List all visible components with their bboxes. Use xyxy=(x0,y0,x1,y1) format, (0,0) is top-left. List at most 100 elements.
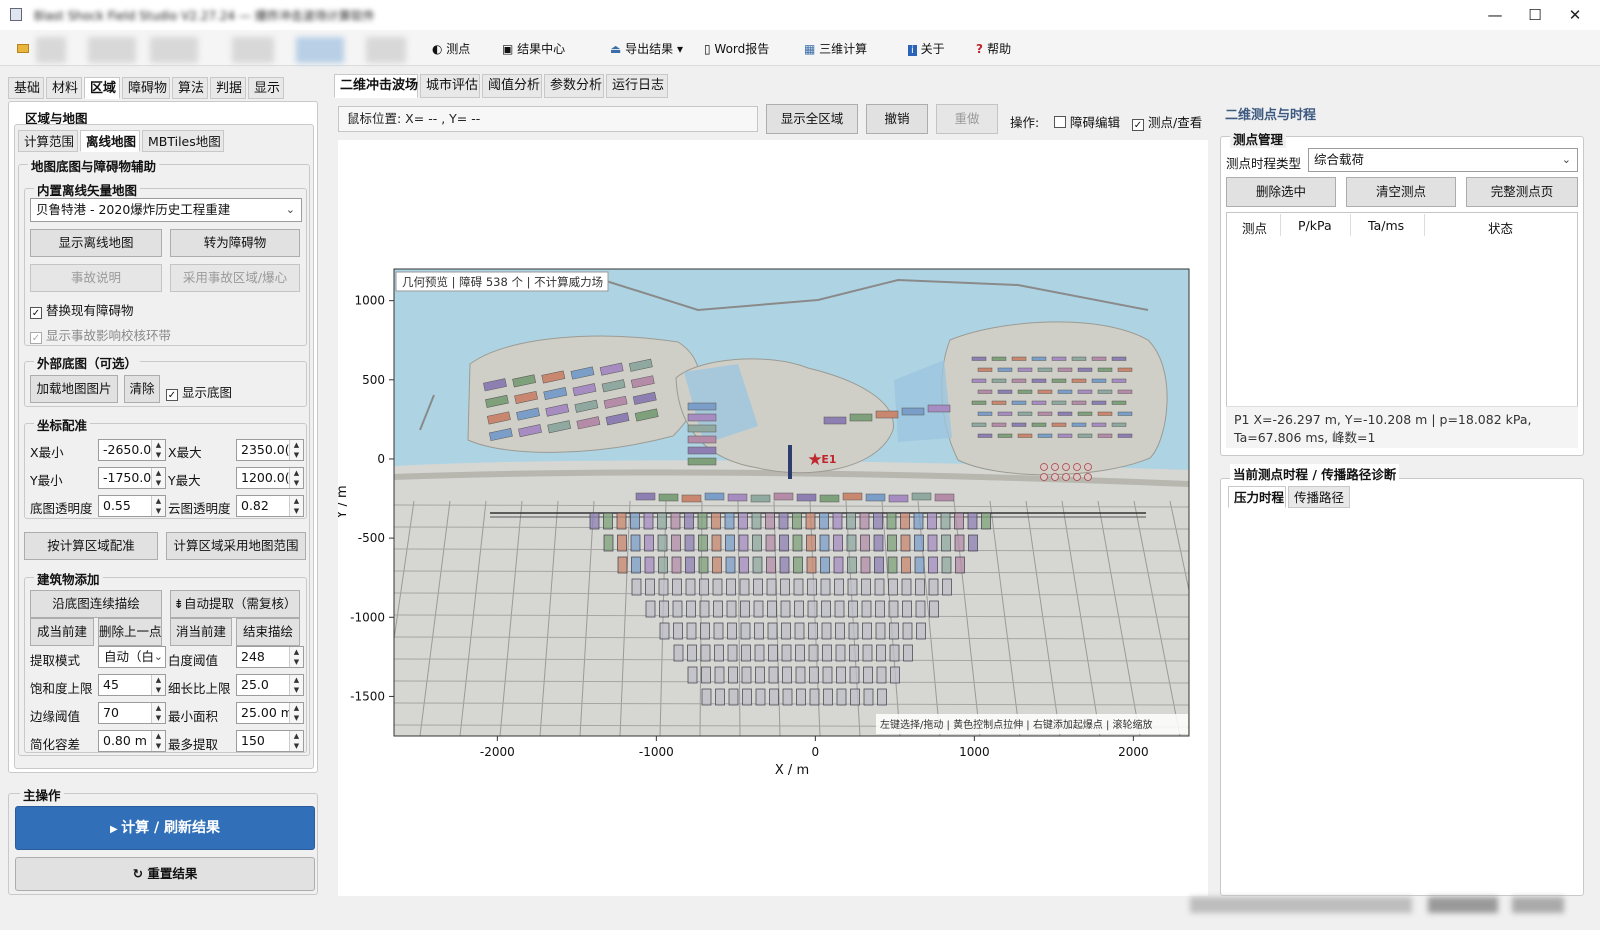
column-header[interactable]: P/kPa xyxy=(1298,218,1332,233)
mode-select[interactable]: 自动（白 ⌄ xyxy=(98,646,166,668)
tab-log[interactable]: 运行日志 xyxy=(606,74,668,98)
xmin-input[interactable]: -2650.0(▲ ▼ xyxy=(98,439,166,461)
base-alpha-input[interactable]: 0.55 ▲ ▼ xyxy=(98,495,166,517)
spin-arrows-icon[interactable]: ▲ ▼ xyxy=(289,468,303,488)
show-all-button[interactable]: 显示全区域 xyxy=(766,104,858,134)
min-area-input[interactable]: 25.00 m ▲ ▼ xyxy=(236,702,304,724)
spin-arrows-icon[interactable]: ▲ ▼ xyxy=(289,703,303,723)
cloud-alpha-input[interactable]: 0.82 ▲ ▼ xyxy=(236,495,304,517)
x-tick-label: -2000 xyxy=(480,745,515,759)
reset-results-button[interactable]: ↻ 重置结果 xyxy=(15,857,315,891)
about-button[interactable]: i 关于 xyxy=(908,38,945,60)
results-center-button[interactable]: ▣ 结果中心 xyxy=(502,38,565,60)
coord-group-title: 坐标配准 xyxy=(34,415,91,434)
use-map-range-button[interactable]: 计算区域采用地图范围 xyxy=(166,532,306,560)
subtab-offline-map[interactable]: 离线地图 xyxy=(80,130,140,152)
spin-arrows-icon[interactable]: ▲ ▼ xyxy=(289,675,303,695)
replace-obstacles-checkbox[interactable]: ✓ 替换现有障碍物 xyxy=(30,300,134,319)
spin-arrows-icon[interactable]: ▲ ▼ xyxy=(289,440,303,460)
subtab-range[interactable]: 计算范围 xyxy=(18,130,78,152)
3d-compute-button[interactable]: ▦ 三维计算 xyxy=(804,38,867,60)
measure-button[interactable]: ◐ 测点 xyxy=(432,38,470,60)
compute-button[interactable]: ▶ 计算 / 刷新结果 xyxy=(15,806,315,850)
show-rings-checkbox[interactable]: ✓ 显示事故影响校核环带 xyxy=(30,325,171,344)
spin-arrows-icon[interactable]: ▲ ▼ xyxy=(289,496,303,516)
folder-icon[interactable] xyxy=(17,44,29,53)
tab-param[interactable]: 参数分析 xyxy=(544,74,604,98)
to-obstacle-button[interactable]: 转为障碍物 xyxy=(170,229,300,257)
tab-threshold[interactable]: 阈值分析 xyxy=(482,74,542,98)
cancel-building-button[interactable]: 消当前建 xyxy=(170,618,232,646)
ymin-input[interactable]: -1750.0(▲ ▼ xyxy=(98,467,166,489)
help-button[interactable]: ? 帮助 xyxy=(976,38,1011,60)
white-threshold-input[interactable]: 248 ▲ ▼ xyxy=(236,646,304,668)
use-accident-region-button[interactable]: 采用事故区域/爆心 xyxy=(170,264,300,292)
close-button[interactable]: ✕ xyxy=(1560,4,1590,26)
spin-arrows-icon[interactable]: ▲ ▼ xyxy=(151,468,165,488)
tab-basic[interactable]: 基础 xyxy=(8,77,44,99)
redo-button[interactable]: 重做 xyxy=(936,104,998,134)
column-header[interactable]: 状态 xyxy=(1488,218,1513,237)
tab-city-eval[interactable]: 城市评估 xyxy=(420,74,480,98)
trace-button[interactable]: 沿底图连续描绘 xyxy=(30,590,162,618)
ymax-input[interactable]: 1200.0(▲ ▼ xyxy=(236,467,304,489)
undo-button[interactable]: 撤销 xyxy=(866,104,928,134)
max-extract-input[interactable]: 150 ▲ ▼ xyxy=(236,730,304,752)
probe-view-checkbox[interactable]: ✓ 测点/查看 xyxy=(1132,112,1202,131)
spin-arrows-icon[interactable]: ▲ ▼ xyxy=(151,496,165,516)
tab-region[interactable]: 区域 xyxy=(84,77,120,99)
edge-threshold-input[interactable]: 70 ▲ ▼ xyxy=(98,702,166,724)
redacted-toolbar-item xyxy=(366,37,406,63)
word-report-button[interactable]: ▯ Word报告 xyxy=(704,38,769,60)
xmax-input[interactable]: 2350.0(▲ ▼ xyxy=(236,439,304,461)
burst-star-icon[interactable]: ★ xyxy=(807,450,822,470)
simplify-input[interactable]: 0.80 m ▲ ▼ xyxy=(98,730,166,752)
auto-extract-button[interactable]: ⇟自动提取（需复核） xyxy=(170,590,300,618)
load-map-image-button[interactable]: 加载地图图片 xyxy=(30,375,118,403)
obstacle-edit-checkbox[interactable]: 障碍编辑 xyxy=(1054,112,1120,131)
tab-pressure-history[interactable]: 压力时程 xyxy=(1228,486,1286,508)
tab-2d-shock[interactable]: 二维冲击波场 xyxy=(334,74,418,98)
spin-arrows-icon[interactable]: ▲ ▼ xyxy=(151,675,165,695)
export-button[interactable]: ⏏ 导出结果 ▾ xyxy=(610,38,683,60)
column-header[interactable]: 测点 xyxy=(1242,218,1267,237)
building-rect xyxy=(834,578,844,596)
silo-circle xyxy=(1062,473,1070,481)
clear-probes-button[interactable]: 清空测点 xyxy=(1346,177,1456,207)
show-basemap-checkbox[interactable]: ✓ 显示底图 xyxy=(166,382,232,401)
delete-prev-point-button[interactable]: 删除上一点 xyxy=(98,618,162,646)
tab-obstacle[interactable]: 障碍物 xyxy=(122,77,170,99)
full-probe-page-button[interactable]: 完整测点页 xyxy=(1466,177,1578,207)
saturation-input[interactable]: 45 ▲ ▼ xyxy=(98,674,166,696)
tab-algorithm[interactable]: 算法 xyxy=(172,77,208,99)
spin-arrows-icon[interactable]: ▲ ▼ xyxy=(289,731,303,751)
tab-propagation-path[interactable]: 传播路径 xyxy=(1288,486,1350,508)
clear-basemap-button[interactable]: 清除 xyxy=(124,375,160,403)
finish-building-button[interactable]: 成当前建 xyxy=(30,618,94,646)
ops-label: 操作: xyxy=(1010,115,1040,130)
spin-arrows-icon[interactable]: ▲ ▼ xyxy=(151,731,165,751)
spin-arrows-icon[interactable]: ▲ ▼ xyxy=(151,440,165,460)
building-rect xyxy=(1031,356,1047,361)
ymin-label: Y最小 xyxy=(30,473,63,488)
minimize-button[interactable]: — xyxy=(1480,4,1510,26)
tab-criteria[interactable]: 判据 xyxy=(210,77,246,99)
tab-display[interactable]: 显示 xyxy=(248,77,284,99)
delete-selected-button[interactable]: 删除选中 xyxy=(1226,177,1336,207)
fit-region-button[interactable]: 按计算区域配准 xyxy=(24,532,158,560)
probe-type-select[interactable]: 综合载荷 ⌄ xyxy=(1308,148,1578,172)
spin-arrows-icon[interactable]: ▲ ▼ xyxy=(289,647,303,667)
geometry-plot[interactable]: -2000 -1000 0 1000 2000 1000 500 0 -500 -1000 -150… xyxy=(338,140,1208,896)
offline-map-select[interactable]: 贝鲁特港 - 2020爆炸历史工程重建 ⌄ xyxy=(30,198,302,222)
aspect-input[interactable]: 25.0 ▲ ▼ xyxy=(236,674,304,696)
show-offline-map-button[interactable]: 显示离线地图 xyxy=(30,229,162,257)
accident-info-button[interactable]: 事故说明 xyxy=(30,264,162,292)
column-header[interactable]: Ta/ms xyxy=(1368,218,1404,233)
export-icon: ⏏ xyxy=(610,42,626,56)
tab-material[interactable]: 材料 xyxy=(46,77,82,99)
subtab-mbtiles[interactable]: MBTiles地图 xyxy=(142,130,224,152)
plot-canvas[interactable]: -2000 -1000 0 1000 2000 1000 500 0 -500 -1000 -150… xyxy=(338,140,1208,896)
spin-arrows-icon[interactable]: ▲ ▼ xyxy=(151,703,165,723)
maximize-button[interactable]: ☐ xyxy=(1520,4,1550,26)
end-trace-button[interactable]: 结束描绘 xyxy=(236,618,300,646)
